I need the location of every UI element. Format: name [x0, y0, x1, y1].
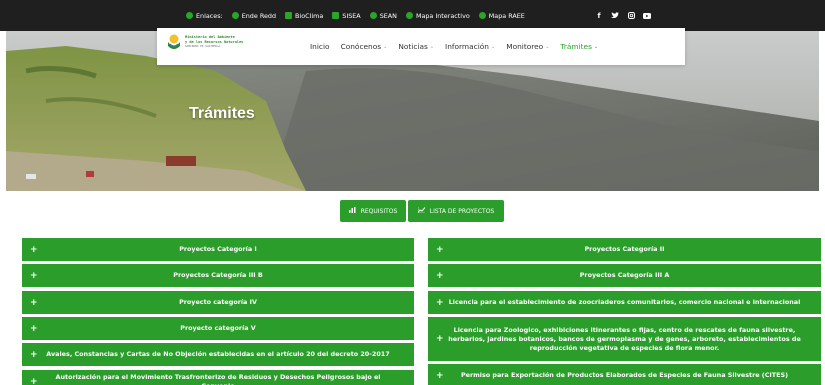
plus-icon: +	[30, 376, 38, 385]
chevron-down-icon: ⌄	[593, 43, 599, 50]
twitter-icon[interactable]	[608, 9, 622, 23]
link-mapa-interactivo[interactable]: Mapa Interactivo	[405, 12, 470, 20]
logo-line-3: GOBIERNO DE GUATEMALA	[185, 44, 221, 49]
link-sisea[interactable]: SISEA	[332, 12, 361, 20]
accordion-item[interactable]: + Proyecto categoría IV	[22, 291, 414, 314]
chevron-down-icon: ⌄	[429, 43, 435, 50]
accordion-item[interactable]: + Autorización para el Movimiento Trasfr…	[22, 370, 414, 385]
plus-icon: +	[436, 244, 444, 255]
plus-icon: +	[30, 323, 38, 334]
accordion-item[interactable]: + Proyectos Categoría I	[22, 238, 414, 261]
enlaces-label: Enlaces:	[186, 12, 223, 20]
accordion-item[interactable]: + Proyectos Categoría II	[428, 238, 821, 261]
nav-informacion[interactable]: Información ⌄	[445, 42, 495, 51]
accordion-item[interactable]: + Licencia para el establecimiento de zo…	[428, 291, 821, 314]
lista-proyectos-button[interactable]: LISTA DE PROYECTOS	[408, 200, 504, 222]
social-links: f	[592, 0, 656, 31]
facebook-icon[interactable]: f	[592, 9, 606, 23]
nav-monitoreo[interactable]: Monitoreo ⌄	[506, 42, 549, 51]
leaf-icon	[231, 12, 239, 19]
main-navbar: Ministerio del Ambiente y de los Recurso…	[157, 28, 685, 65]
requisitos-button[interactable]: REQUISITOS	[340, 200, 406, 222]
accordion-item[interactable]: + Proyectos Categoría III B	[22, 264, 414, 287]
nav-tramites[interactable]: Trámites ⌄	[560, 42, 598, 51]
plus-icon: +	[436, 334, 444, 344]
plus-icon: +	[436, 297, 444, 308]
link-bioclima[interactable]: BioClima	[285, 12, 323, 20]
map-pin-icon	[478, 12, 486, 19]
nav-inicio[interactable]: Inicio	[310, 42, 330, 51]
plus-icon: +	[436, 370, 444, 381]
plus-icon: +	[30, 270, 38, 281]
site-logo[interactable]: Ministerio del Ambiente y de los Recurso…	[167, 34, 243, 50]
nav-conocenos[interactable]: Conócenos ⌄	[341, 42, 388, 51]
globe-icon	[186, 12, 193, 19]
youtube-icon[interactable]	[640, 9, 654, 23]
map-pin-icon	[405, 12, 413, 19]
chevron-down-icon: ⌄	[490, 43, 496, 50]
accordion-item[interactable]: + Licencia para Zoologico, exhibiciones …	[428, 317, 821, 361]
line-chart-icon	[417, 207, 426, 215]
plus-icon: +	[30, 297, 38, 308]
top-bar: Enlaces: Ende Redd BioClima SISEA SEAN M…	[0, 0, 825, 31]
plus-icon: +	[436, 270, 444, 281]
chevron-down-icon: ⌄	[545, 43, 550, 50]
instagram-icon[interactable]	[624, 9, 638, 23]
plus-icon: +	[30, 244, 38, 255]
leaf-icon	[369, 12, 377, 19]
enlaces-links: Enlaces: Ende Redd BioClima SISEA SEAN M…	[186, 0, 534, 31]
link-ende-redd[interactable]: Ende Redd	[231, 12, 276, 20]
logo-emblem-icon	[167, 34, 181, 50]
accordion-item[interactable]: + Permiso para Exportación de Productos …	[428, 364, 821, 385]
nav-noticias[interactable]: Noticias ⌄	[398, 42, 434, 51]
chart-icon	[285, 12, 293, 19]
nav-menu: Inicio Conócenos ⌄ Noticias ⌄ Información ⌄…	[310, 28, 609, 65]
accordion-item[interactable]: + Proyectos Categoría III A	[428, 264, 821, 287]
plus-icon: +	[30, 349, 38, 360]
chevron-down-icon: ⌄	[383, 43, 388, 50]
accordion-item[interactable]: + Avales, Constancias y Cartas de No Obj…	[22, 343, 414, 366]
accordion-item[interactable]: + Proyecto categoría V	[22, 317, 414, 340]
link-mapa-raee[interactable]: Mapa RAEE	[478, 12, 525, 20]
calendar-icon	[332, 12, 340, 19]
page-title: Trámites	[189, 105, 255, 122]
bar-chart-icon	[348, 207, 356, 215]
link-sean[interactable]: SEAN	[369, 12, 397, 20]
